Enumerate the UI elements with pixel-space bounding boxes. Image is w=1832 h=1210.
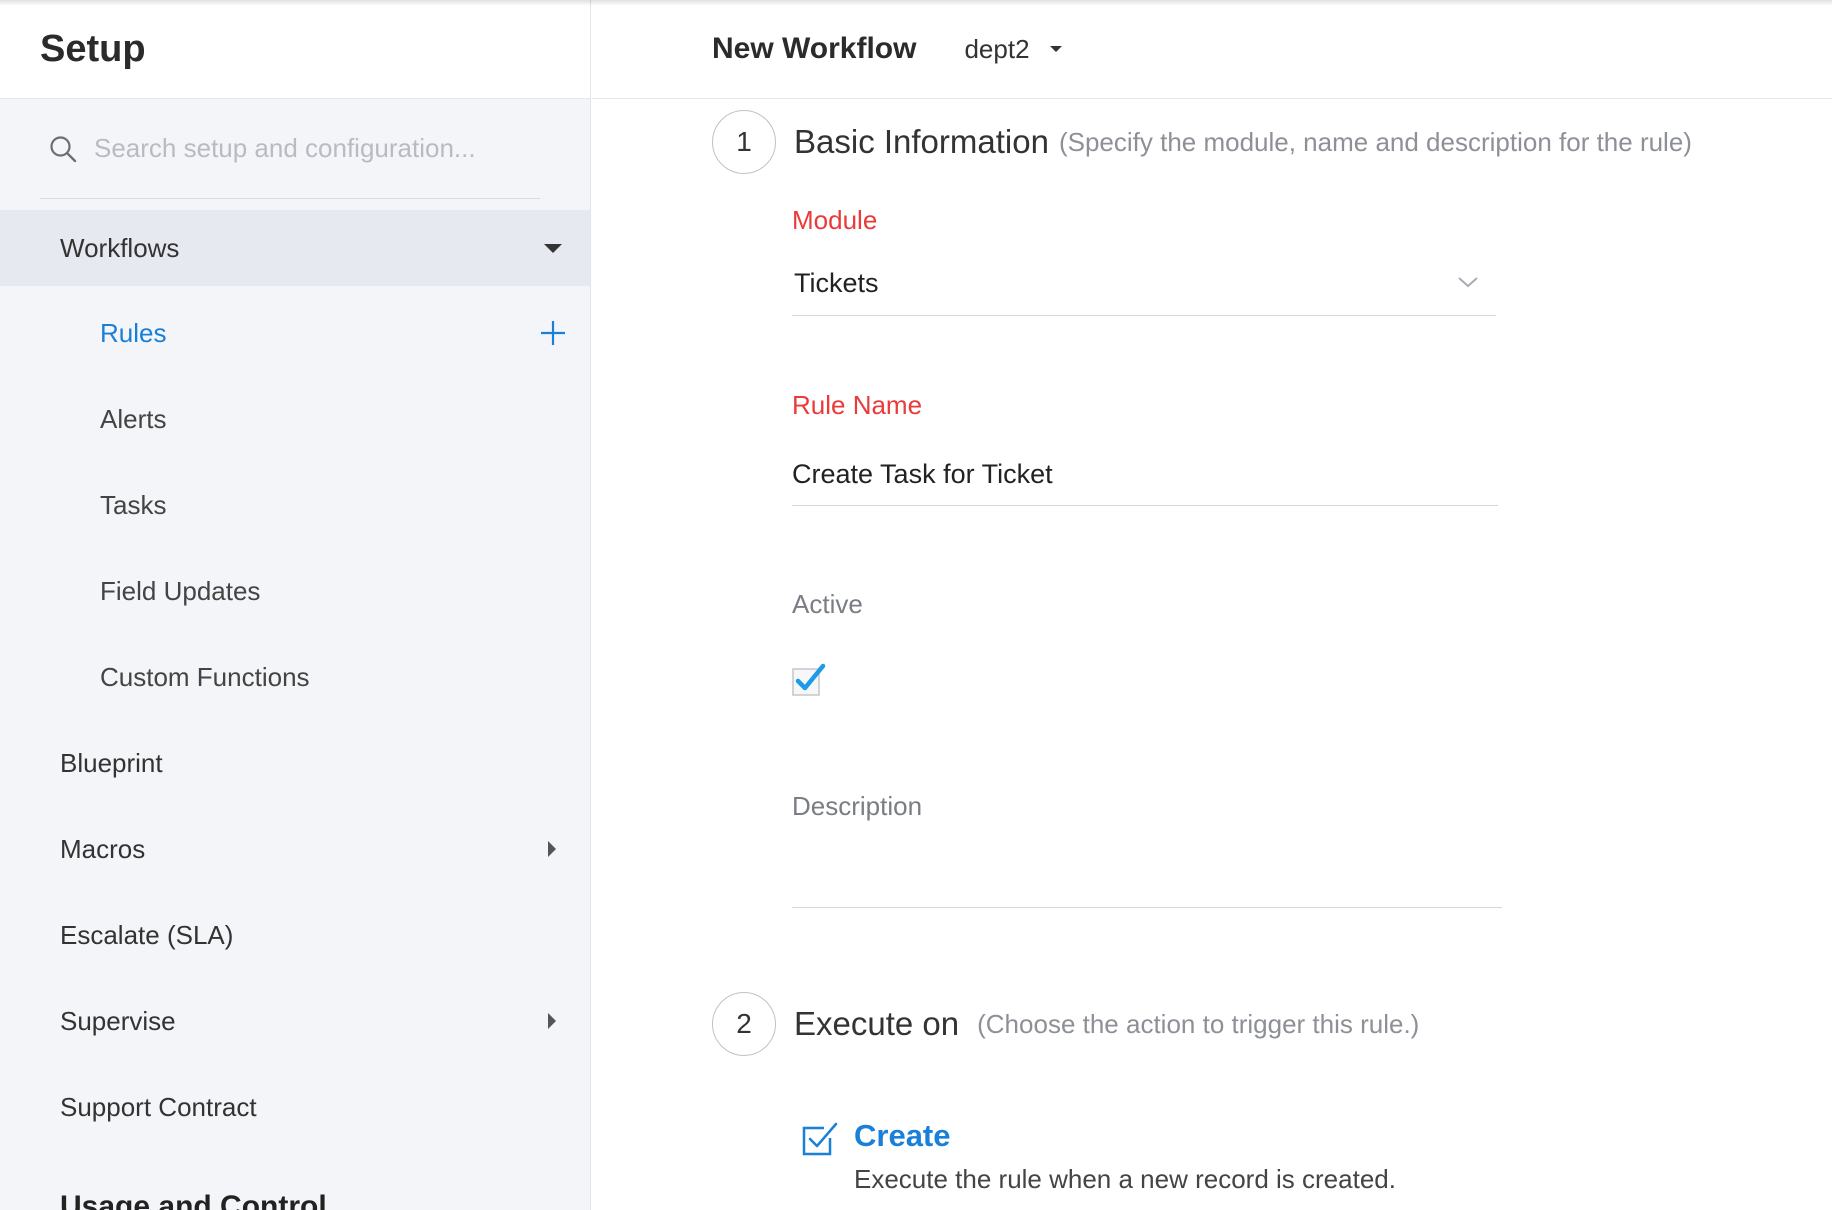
- search-icon: [50, 135, 77, 162]
- checkbox-checked-icon: [802, 1122, 838, 1156]
- active-label: Active: [792, 589, 863, 619]
- add-rule-icon[interactable]: [538, 318, 568, 348]
- rule-name-label: Rule Name: [792, 390, 923, 420]
- trigger-text: Create Execute the rule when a new recor…: [854, 1118, 1396, 1195]
- sidebar-item-label: Supervise: [60, 1005, 176, 1036]
- department-label: dept2: [964, 33, 1030, 64]
- caret-down-icon: [1049, 46, 1062, 52]
- sidebar-title: Setup: [40, 27, 146, 70]
- caret-right-icon: [548, 1013, 556, 1029]
- module-label: Module: [792, 205, 878, 235]
- step-number: 1: [712, 110, 776, 174]
- sidebar-item-custom-functions[interactable]: Custom Functions: [0, 634, 590, 720]
- sidebar-item-label: Blueprint: [60, 747, 163, 778]
- sidebar-section-heading: Usage and Control: [60, 1190, 327, 1210]
- module-select[interactable]: Tickets: [792, 252, 1496, 316]
- sidebar-item-label: Field Updates: [100, 575, 261, 606]
- sidebar-item-blueprint[interactable]: Blueprint: [0, 720, 590, 806]
- top-shadow: [0, 0, 1832, 6]
- sidebar-item-label: Escalate (SLA): [60, 919, 234, 950]
- sidebar-item-supervise[interactable]: Supervise: [0, 978, 590, 1064]
- sidebar-item-escalate-sla[interactable]: Escalate (SLA): [0, 892, 590, 978]
- sidebar-header: Setup: [0, 0, 590, 99]
- sidebar-item-field-updates[interactable]: Field Updates: [0, 548, 590, 634]
- sidebar-item-label: Workflows: [60, 232, 180, 263]
- description-label: Description: [792, 791, 923, 821]
- rule-name-input[interactable]: [792, 444, 1498, 506]
- caret-down-icon: [544, 244, 562, 253]
- active-checkbox[interactable]: [792, 663, 826, 697]
- sidebar-item-label: Custom Functions: [100, 661, 310, 692]
- sidebar: Setup Workflows Rules Alerts: [0, 0, 591, 1210]
- sidebar-item-label: Macros: [60, 833, 146, 864]
- sidebar-item-label: Tasks: [100, 489, 167, 520]
- sidebar-item-macros[interactable]: Macros: [0, 806, 590, 892]
- caret-right-icon: [548, 841, 556, 857]
- step-title: Basic Information: [794, 123, 1049, 160]
- step-basic-information: 1 Basic Information (Specify the module,…: [712, 110, 1692, 174]
- main-panel: New Workflow dept2 1 Basic Information (…: [592, 0, 1832, 1210]
- step-title: Execute on: [794, 1005, 960, 1042]
- search-bar: [40, 99, 540, 199]
- page-title: New Workflow: [712, 32, 917, 65]
- sidebar-item-workflows[interactable]: Workflows: [0, 210, 590, 286]
- search-input[interactable]: [94, 133, 540, 164]
- step-hint: (Specify the module, name and descriptio…: [1058, 126, 1692, 157]
- sidebar-item-rules[interactable]: Rules: [0, 290, 590, 376]
- step-number: 2: [712, 992, 776, 1056]
- sidebar-item-tasks[interactable]: Tasks: [0, 462, 590, 548]
- trigger-description: Execute the rule when a new record is cr…: [854, 1164, 1396, 1194]
- sidebar-item-label: Rules: [100, 317, 167, 348]
- sidebar-nav: Workflows Rules Alerts Tasks Field Updat…: [0, 210, 590, 1150]
- trigger-title: Create: [854, 1118, 951, 1153]
- module-value: Tickets: [794, 268, 879, 298]
- main-header: New Workflow dept2: [592, 0, 1832, 99]
- description-input[interactable]: [792, 846, 1502, 908]
- department-dropdown[interactable]: dept2: [964, 33, 1062, 65]
- sidebar-item-label: Alerts: [100, 403, 167, 434]
- step-hint: (Choose the action to trigger this rule.…: [977, 1008, 1420, 1039]
- chevron-down-icon: [1458, 277, 1478, 288]
- step-execute-on: 2 Execute on (Choose the action to trigg…: [712, 992, 1419, 1056]
- sidebar-item-label: Support Contract: [60, 1091, 257, 1122]
- app: Setup Workflows Rules Alerts: [0, 0, 1832, 1210]
- sidebar-item-alerts[interactable]: Alerts: [0, 376, 590, 462]
- sidebar-item-support-contract[interactable]: Support Contract: [0, 1064, 590, 1150]
- trigger-create-option[interactable]: Create Execute the rule when a new recor…: [800, 1118, 1396, 1195]
